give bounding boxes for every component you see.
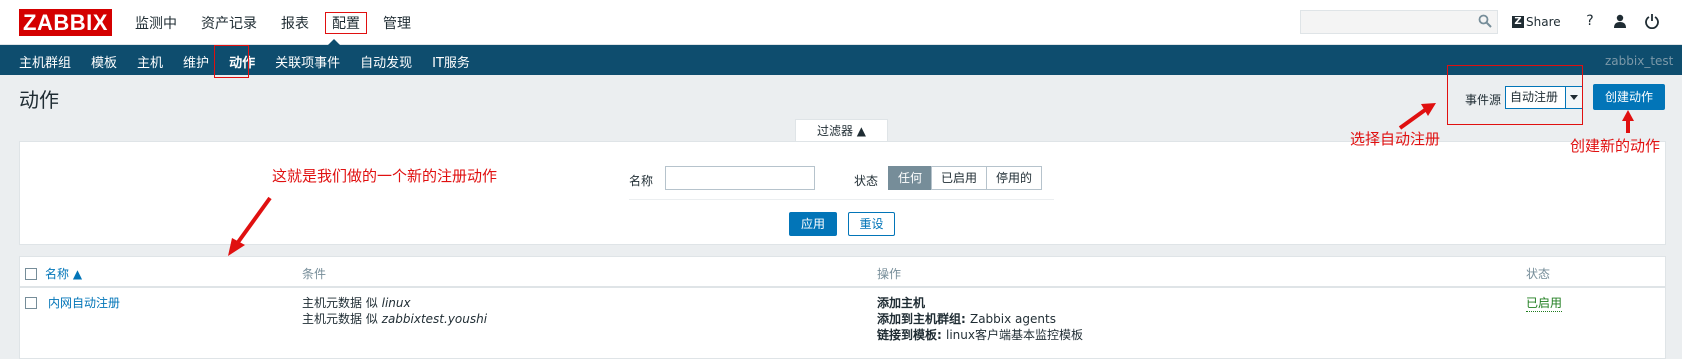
sub-menu: 主机群组 模板 主机 维护 动作 关联项事件 自动发现 IT服务 (19, 52, 490, 71)
column-header-conditions: 条件 (302, 267, 327, 281)
annotation-note-create: 创建新的动作 (1570, 137, 1661, 155)
submenu-host-groups[interactable]: 主机群组 (19, 52, 71, 71)
operation-value: Zabbix agents (969, 312, 1056, 326)
condition-value: zabbixtest.youshi (381, 312, 488, 326)
menu-monitoring[interactable]: 监测中 (133, 12, 179, 34)
zabbix-logo[interactable]: ZABBIX (19, 9, 112, 36)
action-name-link[interactable]: 内网自动注册 (48, 295, 120, 311)
filter-name-label: 名称 (629, 174, 654, 188)
menu-configuration[interactable]: 配置 (325, 12, 367, 34)
status-option-any[interactable]: 任何 (888, 166, 933, 190)
operation-line: 链接到模板: linux客户端基本监控模板 (877, 327, 1083, 343)
annotation-box-event-source (1447, 65, 1583, 125)
condition-prefix: 主机元数据 似 (302, 296, 382, 310)
submenu-maintenance[interactable]: 维护 (183, 52, 209, 71)
filter-name-input[interactable] (665, 166, 815, 190)
annotation-note-select: 选择自动注册 (1350, 130, 1441, 148)
filter-toggle-tab[interactable]: 过滤器 ▲ (795, 119, 888, 142)
column-header-operations: 操作 (877, 267, 902, 281)
apply-button[interactable]: 应用 (789, 212, 837, 236)
filter-status-segmented: 任何 已启用 停用的 (888, 166, 1043, 190)
menu-inventory[interactable]: 资产记录 (199, 12, 259, 34)
arrow-to-event-source (1398, 103, 1436, 130)
logout-icon[interactable] (1644, 13, 1660, 29)
user-profile-icon[interactable] (1612, 13, 1628, 29)
operation-label: 添加到主机群组: (877, 312, 970, 326)
main-menu: 监测中 资产记录 报表 配置 管理 (133, 12, 433, 34)
table-header-divider (19, 286, 1666, 288)
filter-panel (19, 141, 1666, 245)
condition-value: linux (381, 296, 411, 310)
operation-label: 链接到模板: (877, 328, 946, 342)
reset-button[interactable]: 重设 (848, 212, 895, 236)
column-header-status: 状态 (1526, 267, 1551, 281)
select-all-checkbox[interactable] (25, 268, 37, 280)
operation-line: 添加到主机群组: Zabbix agents (877, 311, 1056, 327)
status-option-enabled[interactable]: 已启用 (931, 166, 988, 190)
operation-label: 添加主机 (877, 296, 926, 310)
row-checkbox[interactable] (25, 297, 37, 309)
share-label: Share (1526, 15, 1561, 29)
condition-prefix: 主机元数据 似 (302, 312, 382, 326)
search-input[interactable] (1300, 10, 1498, 34)
zabbix-share-icon: Z (1512, 16, 1524, 28)
search-icon[interactable] (1478, 14, 1492, 28)
operation-value: linux客户端基本监控模板 (945, 328, 1083, 342)
condition-line: 主机元数据 似 linux (302, 295, 411, 311)
actions-table (19, 256, 1666, 359)
annotation-note-registration: 这就是我们做的一个新的注册动作 (272, 167, 498, 185)
submenu-it-services[interactable]: IT服务 (432, 52, 470, 71)
menu-administration[interactable]: 管理 (381, 12, 413, 34)
submenu-correlation[interactable]: 关联项事件 (275, 52, 340, 71)
operation-line: 添加主机 (877, 295, 925, 311)
submenu-hosts[interactable]: 主机 (137, 52, 163, 71)
arrow-to-create-button (1622, 110, 1634, 133)
share-button[interactable]: Z Share (1512, 15, 1561, 29)
column-header-name[interactable]: 名称 ▲ (45, 265, 82, 282)
page-title: 动作 (19, 88, 59, 112)
create-action-button[interactable]: 创建动作 (1593, 84, 1665, 110)
menu-reports[interactable]: 报表 (279, 12, 311, 34)
filter-status-label: 状态 (854, 174, 879, 188)
status-option-disabled[interactable]: 停用的 (986, 166, 1043, 190)
condition-line: 主机元数据 似 zabbixtest.youshi (302, 311, 487, 327)
filter-divider (629, 199, 1054, 200)
submenu-templates[interactable]: 模板 (91, 52, 117, 71)
annotation-box-actions (214, 45, 249, 78)
submenu-discovery[interactable]: 自动发现 (360, 52, 412, 71)
current-user: zabbix_test (1605, 54, 1674, 68)
help-icon[interactable]: ? (1582, 13, 1598, 29)
status-enabled-link[interactable]: 已启用 (1526, 295, 1563, 312)
